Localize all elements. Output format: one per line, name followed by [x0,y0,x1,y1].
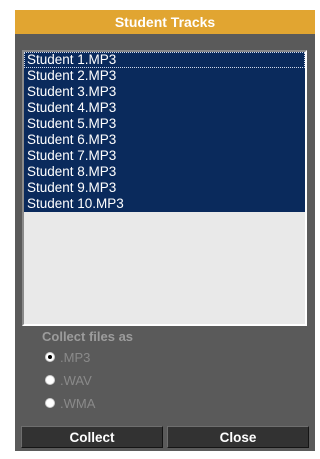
radio-wma-indicator[interactable] [45,398,55,408]
radio-wma[interactable]: .WMA [45,395,95,411]
track-item[interactable]: Student 4.MP3 [24,100,305,116]
radio-wav-indicator[interactable] [45,375,55,385]
track-item[interactable]: Student 8.MP3 [24,164,305,180]
track-item[interactable]: Student 1.MP3 [24,52,305,68]
radio-mp3-label: .MP3 [60,349,91,365]
radio-mp3-indicator[interactable] [45,352,55,362]
collect-files-label: Collect files as [42,329,134,344]
radio-wma-label: .WMA [60,395,96,411]
radio-wav[interactable]: .WAV [45,372,92,388]
close-button[interactable]: Close [167,426,309,448]
track-item[interactable]: Student 9.MP3 [24,180,305,196]
track-item[interactable]: Student 10.MP3 [24,196,305,212]
dialog-title: Student Tracks [15,10,315,34]
track-item[interactable]: Student 3.MP3 [24,84,305,100]
track-item[interactable]: Student 2.MP3 [24,68,305,84]
track-item[interactable]: Student 5.MP3 [24,116,305,132]
radio-mp3[interactable]: .MP3 [45,349,90,365]
radio-wav-label: .WAV [60,372,92,388]
student-tracks-dialog: Student Tracks Student 1.MP3 Student 2.M… [15,10,315,451]
track-item[interactable]: Student 6.MP3 [24,132,305,148]
tracks-listbox[interactable]: Student 1.MP3 Student 2.MP3 Student 3.MP… [22,50,307,326]
collect-button[interactable]: Collect [21,426,163,448]
track-item[interactable]: Student 7.MP3 [24,148,305,164]
